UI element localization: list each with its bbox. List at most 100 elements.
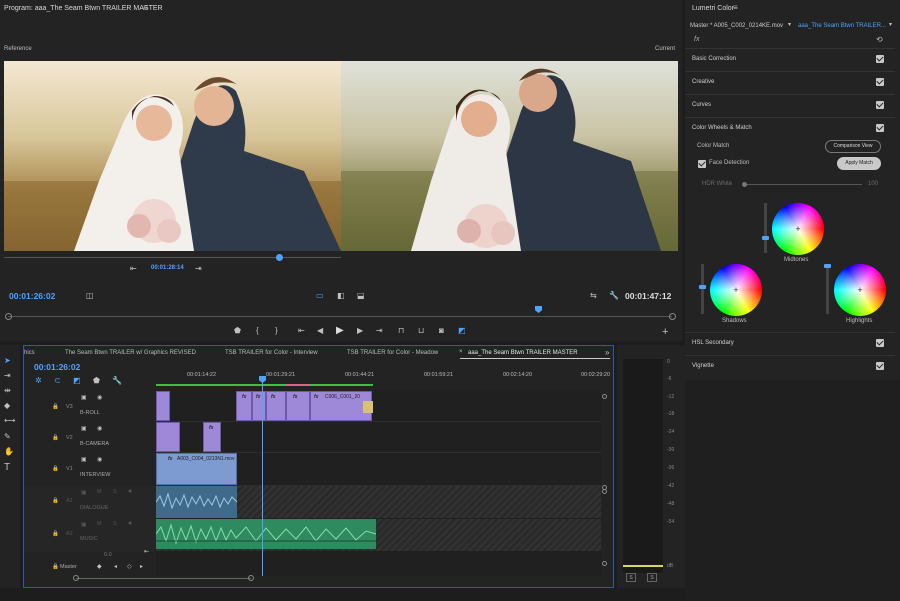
track-output-icon[interactable]: ▣ <box>81 521 87 528</box>
tab-revised[interactable]: The Seam Btwn TRAILER w/ Graphics REVISE… <box>65 350 196 356</box>
comparison-toggle-icon[interactable]: ◩ <box>458 326 466 335</box>
vscroll-handle[interactable] <box>602 394 607 399</box>
clip[interactable] <box>156 391 170 421</box>
playhead-marker[interactable] <box>535 306 542 313</box>
fit-icon[interactable]: ◫ <box>86 291 94 300</box>
program-scrubber[interactable] <box>8 316 672 317</box>
hsl-secondary-section[interactable]: HSL Secondary <box>685 332 895 354</box>
panel-menu-icon[interactable]: ≡ <box>143 3 148 12</box>
mute-toggle[interactable]: M <box>97 521 102 527</box>
add-marker-icon[interactable]: ⬟ <box>93 376 100 385</box>
color-wheels-checkbox[interactable] <box>876 124 884 132</box>
more-tabs-icon[interactable]: » <box>605 348 609 357</box>
ripple-edit-icon[interactable]: ⇹ <box>4 386 11 395</box>
basic-correction-section[interactable]: Basic Correction <box>685 48 895 70</box>
hand-tool-icon[interactable]: ✋ <box>4 447 14 456</box>
vscroll-handle[interactable] <box>602 561 607 566</box>
selection-tool-icon[interactable]: ➤ <box>4 356 11 365</box>
insert-edit-icon[interactable]: ◩ <box>73 376 81 385</box>
chevron-down-icon[interactable]: ▾ <box>889 21 892 28</box>
comparison-view-icon[interactable]: ▭ <box>316 291 324 300</box>
apply-match-button[interactable]: Apply Match <box>837 157 881 170</box>
vscroll-handle[interactable] <box>602 489 607 494</box>
track-resize-icon[interactable]: ⇤ <box>144 548 149 555</box>
reference-frame[interactable] <box>4 61 341 251</box>
step-forward-icon[interactable]: ⇥ <box>195 264 202 273</box>
clip[interactable]: fx <box>286 391 310 421</box>
track-output-icon[interactable]: ▣ <box>81 456 87 463</box>
mark-out-icon[interactable]: } <box>275 326 278 335</box>
eye-icon[interactable]: ◉ <box>97 456 102 463</box>
midtones-slider[interactable] <box>762 203 769 253</box>
tab-interview[interactable]: TSB TRAILER for Color - Interview <box>225 350 318 356</box>
clip[interactable]: fx <box>203 422 221 452</box>
highlights-slider[interactable] <box>824 264 831 314</box>
scrubber-start[interactable] <box>5 313 12 320</box>
solo-left-button[interactable]: S <box>626 573 636 582</box>
midtones-wheel[interactable] <box>772 203 824 255</box>
timeline-timecode[interactable]: 00:01:26:02 <box>34 362 80 372</box>
hscroll-bar[interactable] <box>76 578 251 579</box>
clip[interactable]: fx A003_C004_0213N1.mov <box>156 453 237 485</box>
prev-keyframe-icon[interactable]: ◂ <box>114 563 117 570</box>
go-to-in-icon[interactable]: ⇤ <box>298 326 305 335</box>
basic-correction-checkbox[interactable] <box>876 55 884 63</box>
eye-icon[interactable]: ◉ <box>97 425 102 432</box>
curves-checkbox[interactable] <box>876 101 884 109</box>
track-output-icon[interactable]: ▣ <box>81 394 87 401</box>
type-tool-icon[interactable]: T <box>4 462 10 473</box>
wrench-icon[interactable]: 🔧 <box>609 291 619 300</box>
reference-scrubber[interactable] <box>4 257 341 258</box>
audio-clip[interactable] <box>155 486 238 518</box>
vignette-checkbox[interactable] <box>876 362 884 370</box>
lift-icon[interactable]: ⊓ <box>398 326 404 335</box>
extract-icon[interactable]: ⊔ <box>418 326 424 335</box>
hdr-white-slider[interactable] <box>744 184 862 185</box>
shadows-wheel[interactable] <box>710 264 762 316</box>
current-frame[interactable] <box>341 61 678 251</box>
reference-timecode[interactable]: 00:01:28:14 <box>151 265 184 271</box>
microphone-icon[interactable]: ● <box>128 488 132 495</box>
lock-icon[interactable]: 🔒 <box>52 404 59 410</box>
side-by-side-icon[interactable]: ◧ <box>337 291 345 300</box>
marker-icon[interactable]: ⬟ <box>234 326 241 335</box>
add-keyframe-icon[interactable]: ◇ <box>127 563 132 570</box>
solo-toggle[interactable]: S <box>113 489 117 495</box>
play-icon[interactable]: ▶ <box>336 325 344 336</box>
scrubber-end[interactable] <box>669 313 676 320</box>
solo-right-button[interactable]: S <box>647 573 657 582</box>
track-select-icon[interactable]: ⇥ <box>4 371 11 380</box>
razor-tool-icon[interactable]: ◆ <box>4 401 10 410</box>
timeline-settings-icon[interactable]: 🔧 <box>112 376 122 385</box>
close-tab-icon[interactable]: × <box>459 349 463 355</box>
hdr-white-slider-handle[interactable] <box>742 182 747 187</box>
clip[interactable]: fx <box>252 391 266 421</box>
pen-tool-icon[interactable]: ✎ <box>4 432 11 441</box>
clip[interactable]: fx <box>236 391 252 421</box>
playhead-timecode[interactable]: 00:01:26:02 <box>9 291 55 301</box>
reset-icon[interactable]: ⟲ <box>876 35 883 44</box>
comparison-view-button[interactable]: Comparison View <box>825 140 881 153</box>
lock-icon[interactable]: 🔒 <box>52 564 59 570</box>
next-keyframe-icon[interactable]: ▸ <box>140 563 143 570</box>
add-button-icon[interactable]: + <box>662 326 668 338</box>
mute-toggle[interactable]: M <box>97 489 102 495</box>
step-forward-frame-icon[interactable]: ▶ <box>357 326 363 335</box>
curves-section[interactable]: Curves <box>685 94 895 116</box>
clip[interactable] <box>156 422 180 452</box>
microphone-icon[interactable]: ● <box>128 520 132 527</box>
clip[interactable]: fx <box>266 391 286 421</box>
go-to-out-icon[interactable]: ⇥ <box>376 326 383 335</box>
slip-tool-icon[interactable]: ⟷ <box>4 416 15 425</box>
lock-icon[interactable]: 🔒 <box>52 531 59 537</box>
sequence-clip-label[interactable]: aaa_The Seam Btwn TRAILER... <box>798 23 886 29</box>
step-back-icon[interactable]: ⇤ <box>130 264 137 273</box>
tab-master[interactable]: aaa_The Seam Btwn TRAILER MASTER <box>468 350 578 356</box>
tab-meadow[interactable]: TSB TRAILER for Color - Meadow <box>347 350 438 356</box>
linked-selection-icon[interactable]: ⊂ <box>54 376 61 385</box>
solo-toggle[interactable]: S <box>113 521 117 527</box>
master-clip-label[interactable]: Master * A005_C002_0214KE.mov <box>690 23 783 29</box>
audio-clip[interactable] <box>155 519 377 549</box>
lock-icon[interactable]: 🔒 <box>52 435 59 441</box>
swap-icon[interactable]: ⇆ <box>590 291 597 300</box>
